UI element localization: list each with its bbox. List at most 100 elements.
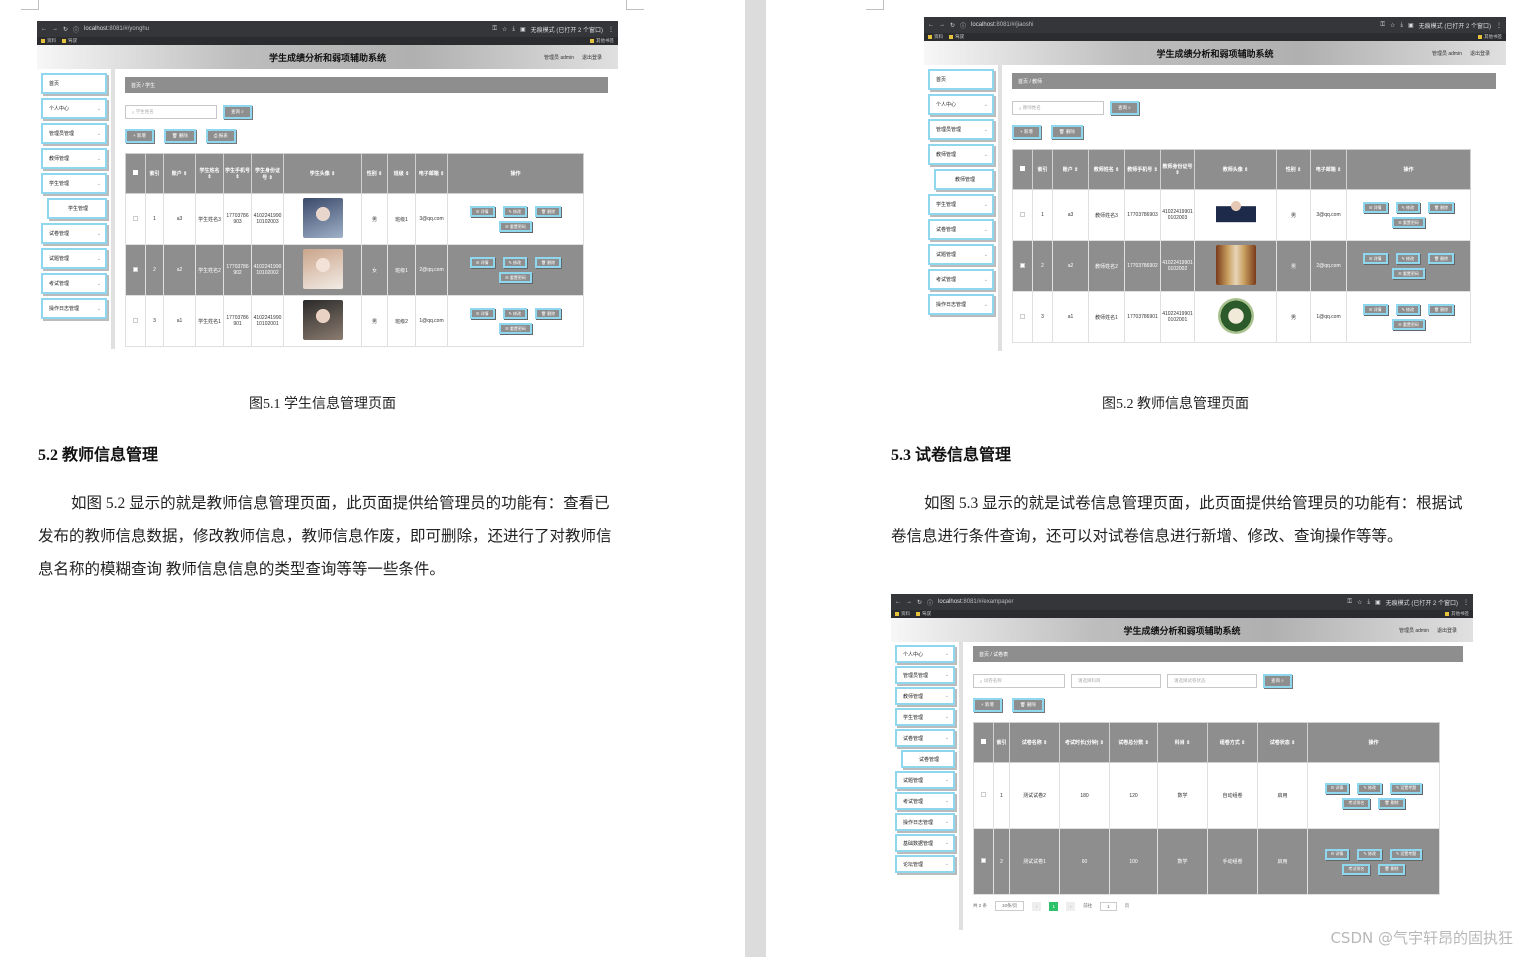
- sidebar-item[interactable]: 操作日志管理 ⌄: [928, 294, 994, 315]
- logout-link[interactable]: 退出登录: [1470, 50, 1490, 57]
- row-action-button[interactable]: 🗑 删除: [534, 206, 562, 217]
- reload-icon[interactable]: ↻: [917, 599, 922, 606]
- select-all-checkbox[interactable]: [1020, 166, 1025, 171]
- row-action-button[interactable]: 🗑 删除: [1427, 304, 1455, 315]
- row-checkbox[interactable]: [133, 266, 138, 272]
- column-header[interactable]: 试卷状态 ⇕: [1257, 722, 1308, 763]
- row-action-button[interactable]: ☰ 详情: [1362, 304, 1388, 315]
- row-checkbox[interactable]: [1020, 211, 1025, 217]
- column-header[interactable]: 学生头像 ⇕: [283, 153, 362, 194]
- goto-input[interactable]: 1: [1100, 901, 1117, 911]
- bookmark-other[interactable]: 其他书签: [1478, 34, 1502, 40]
- sidebar-item[interactable]: 论坛管理 ⌄: [895, 855, 955, 873]
- row-action-button[interactable]: 🗑 删除: [1427, 202, 1455, 213]
- sidebar-item[interactable]: 操作日志管理 ⌄: [41, 298, 107, 319]
- key-icon[interactable]: ⚿: [492, 26, 497, 33]
- column-header[interactable]: 操作: [1307, 722, 1440, 763]
- column-header[interactable]: 教师身份证号 ⇕: [1160, 149, 1195, 190]
- search-button[interactable]: 查询 ⌕: [223, 105, 252, 119]
- sidebar-item[interactable]: 考试管理 ⌄: [928, 269, 994, 290]
- column-header[interactable]: [973, 722, 994, 763]
- row-action-button[interactable]: ☰ 详情: [1362, 202, 1388, 213]
- row-action-button[interactable]: 🗑 删除: [1378, 863, 1405, 875]
- sidebar-item[interactable]: 管理员管理 ⌄: [41, 123, 107, 144]
- table-row[interactable]: 2 测试试卷1 60 100 数学 手动组卷 启用 ☰ 详情 ✎ 修改 ✎ 设置考题 考试排名 🗑 删…: [973, 828, 1440, 895]
- key-icon[interactable]: ⚿: [1347, 599, 1352, 606]
- column-header[interactable]: 科目 ⇕: [1157, 722, 1208, 763]
- row-action-button[interactable]: 🗑 删除: [1427, 253, 1455, 264]
- column-header[interactable]: 操作: [1346, 149, 1471, 190]
- row-checkbox[interactable]: [981, 858, 986, 863]
- column-header[interactable]: 性别 ⇕: [361, 153, 388, 194]
- menu-icon[interactable]: ⋮: [1496, 22, 1502, 29]
- row-action-button[interactable]: ☰ 详情: [469, 206, 495, 217]
- row-action-button[interactable]: ☰ 重置密码: [499, 221, 532, 232]
- bookmark-item[interactable]: 驾驭: [916, 611, 931, 617]
- column-header[interactable]: 索引: [145, 153, 164, 194]
- column-header[interactable]: 班级 ⇕: [387, 153, 416, 194]
- row-action-button[interactable]: ☰ 重置密码: [499, 323, 532, 334]
- column-header[interactable]: 考试时长(分钟) ⇕: [1059, 722, 1110, 763]
- back-icon[interactable]: ←: [928, 22, 934, 28]
- select-all-checkbox[interactable]: [981, 739, 986, 744]
- key-icon[interactable]: ⚿: [1380, 22, 1385, 29]
- sidebar-item[interactable]: 操作日志管理 ⌄: [895, 813, 955, 831]
- column-header[interactable]: 教师头像 ⇕: [1194, 149, 1277, 190]
- column-header[interactable]: 账户 ⇕: [163, 153, 196, 194]
- next-page-icon[interactable]: ›: [1066, 901, 1076, 911]
- bookmark-other[interactable]: 其他书签: [1445, 611, 1469, 617]
- sidebar-item[interactable]: 试卷管理 ⌄: [928, 219, 994, 240]
- search-input[interactable]: ⌕ 教师姓名: [1012, 101, 1104, 115]
- row-action-button[interactable]: ☰ 详情: [1324, 848, 1350, 860]
- sidebar-item[interactable]: 教师管理 ⌄: [895, 687, 955, 705]
- star-icon[interactable]: ☆: [1357, 599, 1362, 606]
- row-action-button[interactable]: ✎ 修改: [502, 308, 527, 319]
- column-header[interactable]: 学生姓名 ⇕: [195, 153, 224, 194]
- row-action-button[interactable]: ✎ 修改: [1395, 253, 1420, 264]
- sidebar-item[interactable]: 考试管理 ⌄: [41, 273, 107, 294]
- tab-icon[interactable]: ▣: [520, 26, 526, 33]
- sidebar-item[interactable]: 首页: [928, 69, 994, 90]
- sidebar-item[interactable]: 试题管理 ⌄: [895, 771, 955, 789]
- star-icon[interactable]: ☆: [502, 26, 507, 33]
- sidebar-item[interactable]: 试题管理 ⌄: [41, 248, 107, 269]
- row-action-button[interactable]: 考试排名: [1342, 797, 1371, 809]
- tab-icon[interactable]: ▣: [1408, 22, 1414, 29]
- row-action-button[interactable]: ✎ 设置考题: [1389, 848, 1423, 860]
- column-header[interactable]: 性别 ⇕: [1276, 149, 1311, 190]
- row-action-button[interactable]: ✎ 修改: [1395, 304, 1420, 315]
- row-action-button[interactable]: 🗑 删除: [1378, 797, 1405, 809]
- prev-page-icon[interactable]: ‹: [1032, 901, 1042, 911]
- page-size-select[interactable]: 10条/页: [995, 901, 1025, 911]
- row-checkbox[interactable]: [1020, 262, 1025, 268]
- table-row[interactable]: 1 测试试卷2 180 120 数学 自动组卷 启用 ☰ 详情 ✎ 修改 ✎ 设置考题 考试排名 🗑 …: [973, 762, 1440, 829]
- row-action-button[interactable]: 🗑 删除: [534, 308, 562, 319]
- row-action-button[interactable]: 考试排名: [1342, 863, 1371, 875]
- current-page[interactable]: 1: [1049, 901, 1059, 911]
- column-header[interactable]: 组卷方式 ⇕: [1207, 722, 1258, 763]
- sidebar-item[interactable]: 试卷管理: [901, 750, 955, 768]
- row-action-button[interactable]: ✎ 修改: [502, 206, 527, 217]
- sidebar-item[interactable]: 个人中心 ⌄: [895, 645, 955, 663]
- column-header[interactable]: [125, 153, 146, 194]
- table-row[interactable]: 2 a2 学生姓名2 17703786902 410224199010102002 女班级…: [125, 244, 584, 296]
- row-action-button[interactable]: ✎ 修改: [502, 257, 527, 268]
- row-action-button[interactable]: ☰ 重置密码: [1392, 217, 1425, 228]
- forward-icon[interactable]: →: [906, 599, 912, 605]
- column-header[interactable]: 学生手机号 ⇕: [223, 153, 252, 194]
- sidebar-item[interactable]: 试卷管理 ⌄: [41, 223, 107, 244]
- logout-link[interactable]: 退出登录: [1437, 627, 1457, 634]
- bookmark-item[interactable]: 资料: [41, 38, 56, 44]
- back-icon[interactable]: ←: [895, 599, 901, 605]
- column-header[interactable]: 教师姓名 ⇕: [1088, 149, 1125, 190]
- sidebar-item[interactable]: 个人中心 ⌄: [41, 98, 107, 119]
- table-row[interactable]: 1 a3 学生姓名3 17703786903 410224199010102003 男班级…: [125, 193, 584, 245]
- row-checkbox[interactable]: [133, 317, 138, 323]
- report-button[interactable]: ⎙ 报表: [205, 129, 236, 143]
- download-icon[interactable]: ⤓: [1367, 599, 1370, 606]
- url-bar[interactable]: localhost:8081/#/exampaper: [938, 599, 1013, 605]
- row-action-button[interactable]: ☰ 详情: [1324, 782, 1350, 794]
- sidebar-item[interactable]: 管理员管理 ⌄: [928, 119, 994, 140]
- sidebar-item[interactable]: 首页: [41, 73, 107, 94]
- column-header[interactable]: 操作: [447, 153, 584, 194]
